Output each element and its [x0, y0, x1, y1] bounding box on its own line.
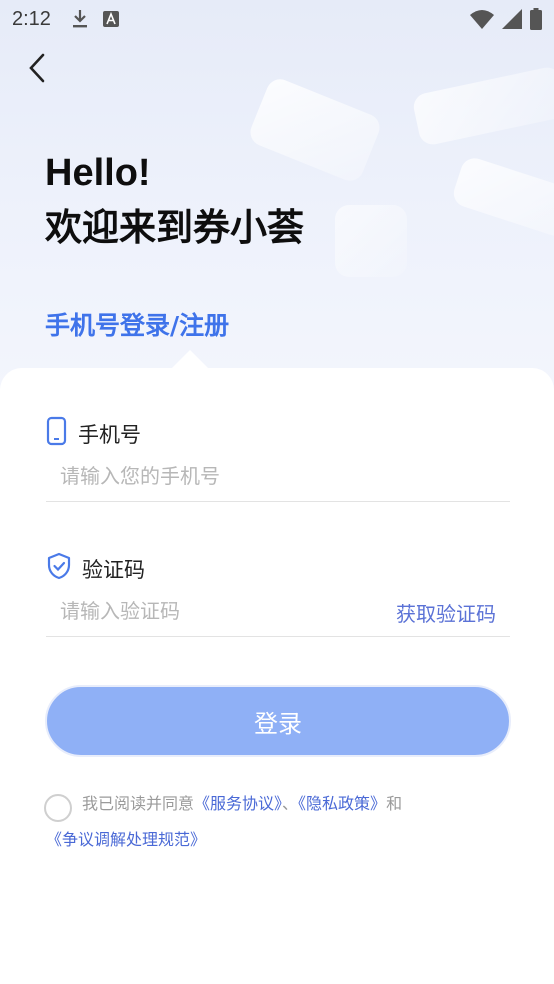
agreement-checkbox[interactable]	[44, 794, 72, 822]
decorative-card	[246, 75, 384, 185]
phone-input[interactable]	[46, 450, 510, 502]
status-bar: 2:12	[0, 0, 554, 38]
signal-icon	[502, 9, 522, 34]
greeting-title: Hello!	[45, 152, 151, 194]
phone-icon	[46, 416, 68, 451]
agreement-and: 和	[386, 794, 403, 813]
welcome-title: 欢迎来到券小荟	[45, 206, 304, 249]
status-time: 2:12	[12, 7, 51, 30]
status-right	[470, 8, 542, 35]
tab-phone-login[interactable]: 手机号登录/注册	[45, 306, 229, 342]
decorative-card	[450, 154, 554, 240]
shield-check-icon	[46, 552, 72, 585]
get-code-button[interactable]: 获取验证码	[396, 598, 496, 627]
phone-label-text: 手机号	[78, 422, 141, 447]
privacy-policy-link[interactable]: 《隐私政策》	[298, 794, 386, 813]
back-button[interactable]	[20, 52, 54, 88]
dispute-rules-link[interactable]: 《争议调解处理规范》	[46, 830, 206, 849]
agreement-text: 我已阅读并同意《服务协议》、《隐私政策》和	[82, 790, 402, 814]
code-label-text: 验证码	[82, 557, 145, 582]
font-icon	[102, 11, 119, 27]
code-field-label: 验证码	[46, 552, 145, 585]
chevron-left-icon	[28, 53, 46, 87]
download-icon	[71, 9, 89, 29]
agreement-prefix: 我已阅读并同意	[82, 794, 195, 813]
phone-field-label: 手机号	[46, 416, 141, 451]
agreement-text-line2: 《争议调解处理规范》	[46, 826, 206, 850]
wifi-icon	[470, 9, 494, 34]
login-button[interactable]: 登录	[45, 685, 511, 757]
decorative-card	[411, 64, 554, 148]
agreement-separator: 、	[282, 794, 299, 813]
decorative-card	[335, 205, 407, 277]
tab-indicator	[170, 350, 210, 370]
service-agreement-link[interactable]: 《服务协议》	[194, 794, 282, 813]
battery-icon	[530, 8, 542, 35]
